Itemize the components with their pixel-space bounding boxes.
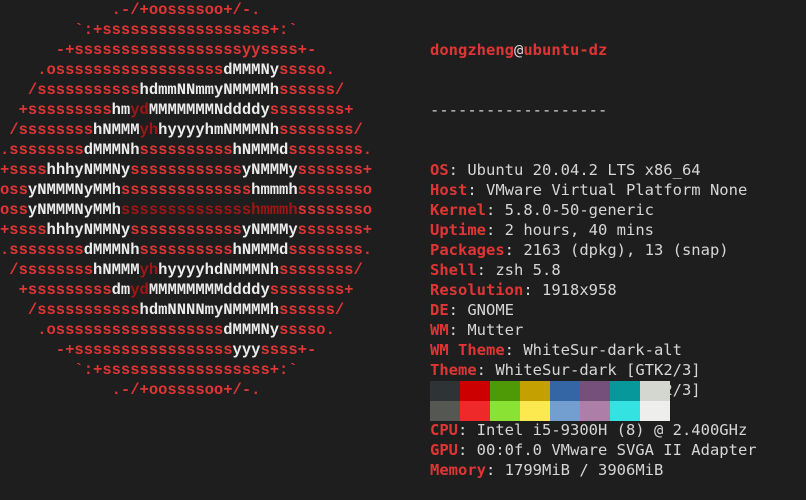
info-key: Resolution bbox=[430, 281, 524, 299]
info-key: CPU bbox=[430, 421, 458, 439]
info-value: Ubuntu 20.04.2 LTS x86_64 bbox=[467, 161, 701, 179]
info-row-cpu: CPU: Intel i5-9300H (8) @ 2.400GHz bbox=[430, 420, 757, 440]
info-colon: : bbox=[476, 361, 496, 379]
info-value: 1918x958 bbox=[542, 281, 617, 299]
info-colon: : bbox=[504, 341, 524, 359]
info-row-wm-theme: WM Theme: WhiteSur-dark-alt bbox=[430, 340, 757, 360]
username: dongzheng bbox=[430, 41, 514, 59]
info-row-theme: Theme: WhiteSur-dark [GTK2/3] bbox=[430, 360, 757, 380]
info-colon: : bbox=[448, 301, 468, 319]
info-key: WM Theme bbox=[430, 341, 505, 359]
info-row-kernel: Kernel: 5.8.0-50-generic bbox=[430, 200, 757, 220]
info-row-host: Host: VMware Virtual Platform None bbox=[430, 180, 757, 200]
color-swatch-normal-6 bbox=[610, 381, 640, 401]
user-host-line: dongzheng@ubuntu-dz bbox=[430, 40, 757, 60]
info-row-wm: WM: Mutter bbox=[430, 320, 757, 340]
color-swatch-normal-1 bbox=[460, 381, 490, 401]
info-colon: : bbox=[448, 321, 468, 339]
info-colon: : bbox=[476, 261, 496, 279]
info-colon: : bbox=[486, 201, 505, 219]
info-key: GPU bbox=[430, 441, 458, 459]
info-key: DE bbox=[430, 301, 449, 319]
info-colon: : bbox=[504, 241, 524, 259]
info-row-de: DE: GNOME bbox=[430, 300, 757, 320]
info-list: OS: Ubuntu 20.04.2 LTS x86_64 Host: VMwar… bbox=[430, 160, 757, 480]
system-info-panel: dongzheng@ubuntu-dz ------------------- … bbox=[430, 0, 757, 500]
separator-line: ------------------- bbox=[430, 101, 608, 119]
info-value: VMware Virtual Platform None bbox=[486, 181, 748, 199]
info-value: GNOME bbox=[467, 301, 515, 319]
info-colon: : bbox=[486, 221, 505, 239]
info-value: zsh 5.8 bbox=[495, 261, 561, 279]
color-swatch-bright-1 bbox=[460, 401, 490, 421]
palette-bright-row bbox=[430, 401, 670, 421]
info-key: OS bbox=[430, 161, 449, 179]
palette-normal-row bbox=[430, 381, 670, 401]
info-row-shell: Shell: zsh 5.8 bbox=[430, 260, 757, 280]
info-row-os: OS: Ubuntu 20.04.2 LTS x86_64 bbox=[430, 160, 757, 180]
info-value: 5.8.0-50-generic bbox=[504, 201, 654, 219]
color-swatch-normal-7 bbox=[640, 381, 670, 401]
info-row-gpu: GPU: 00:0f.0 VMware SVGA II Adapter bbox=[430, 440, 757, 460]
info-value: WhiteSur-dark [GTK2/3] bbox=[495, 361, 701, 379]
info-colon: : bbox=[448, 161, 468, 179]
color-swatch-normal-2 bbox=[490, 381, 520, 401]
info-key: Kernel bbox=[430, 201, 486, 219]
info-key: Host bbox=[430, 181, 468, 199]
info-colon: : bbox=[458, 421, 477, 439]
info-row-uptime: Uptime: 2 hours, 40 mins bbox=[430, 220, 757, 240]
info-key: WM bbox=[430, 321, 449, 339]
info-colon: : bbox=[458, 441, 477, 459]
color-swatch-normal-4 bbox=[550, 381, 580, 401]
color-swatch-bright-6 bbox=[610, 401, 640, 421]
info-key: Memory bbox=[430, 461, 486, 479]
color-swatch-normal-3 bbox=[520, 381, 550, 401]
info-value: Mutter bbox=[467, 321, 524, 339]
color-swatch-normal-5 bbox=[580, 381, 610, 401]
info-value: Intel i5-9300H (8) @ 2.400GHz bbox=[476, 421, 748, 439]
color-swatch-bright-0 bbox=[430, 401, 460, 421]
info-row-memory: Memory: 1799MiB / 3906MiB bbox=[430, 460, 757, 480]
color-swatch-bright-4 bbox=[550, 401, 580, 421]
info-value: 2 hours, 40 mins bbox=[504, 221, 654, 239]
ubuntu-ascii-logo: .-/+oossssoo+/-. `:+ssssssssssssssssss+:… bbox=[0, 1, 373, 399]
info-value: 2163 (dpkg), 13 (snap) bbox=[523, 241, 729, 259]
hostname: ubuntu-dz bbox=[523, 41, 608, 59]
info-value: 1799MiB / 3906MiB bbox=[504, 461, 664, 479]
info-row-resolution: Resolution: 1918x958 bbox=[430, 280, 757, 300]
info-value: WhiteSur-dark-alt bbox=[523, 341, 682, 359]
info-key: Uptime bbox=[430, 221, 486, 239]
info-colon: : bbox=[486, 461, 505, 479]
color-swatch-bright-3 bbox=[520, 401, 550, 421]
at-sign: @ bbox=[514, 41, 524, 59]
info-value: 00:0f.0 VMware SVGA II Adapter bbox=[476, 441, 757, 459]
color-palette bbox=[430, 381, 670, 421]
color-swatch-normal-0 bbox=[430, 381, 460, 401]
info-colon: : bbox=[467, 181, 486, 199]
info-row-packages: Packages: 2163 (dpkg), 13 (snap) bbox=[430, 240, 757, 260]
color-swatch-bright-5 bbox=[580, 401, 610, 421]
color-swatch-bright-2 bbox=[490, 401, 520, 421]
info-key: Packages bbox=[430, 241, 505, 259]
info-key: Shell bbox=[430, 261, 477, 279]
info-colon: : bbox=[523, 281, 542, 299]
info-key: Theme bbox=[430, 361, 477, 379]
color-swatch-bright-7 bbox=[640, 401, 670, 421]
